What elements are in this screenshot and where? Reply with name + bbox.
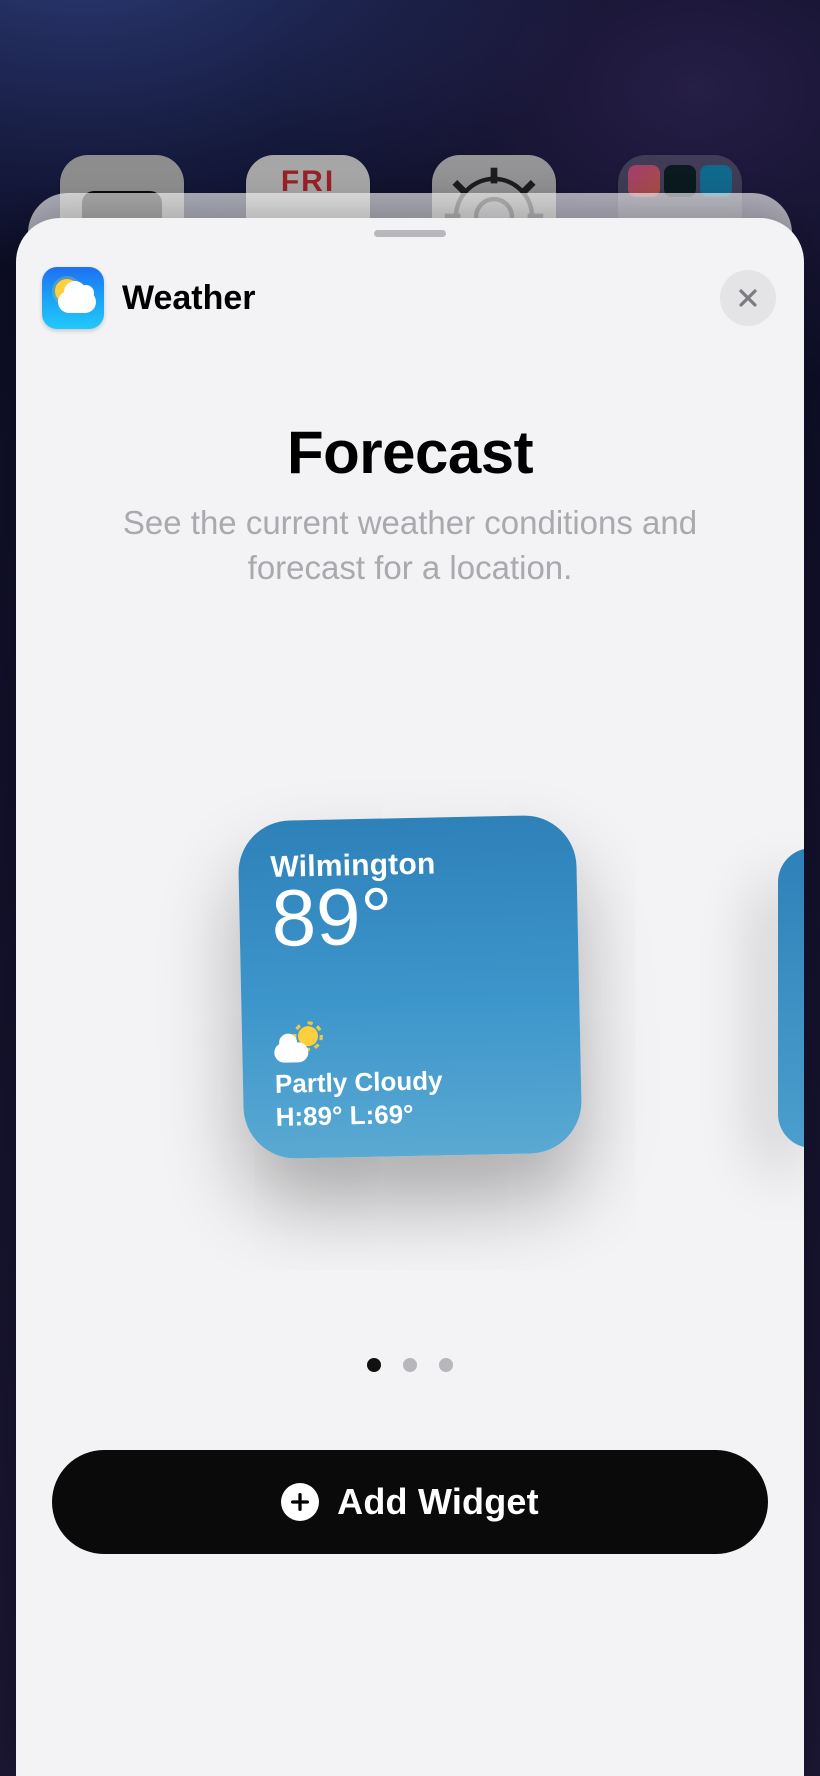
- next-widget-peek[interactable]: [778, 848, 804, 1148]
- add-widget-label: Add Widget: [337, 1481, 539, 1523]
- page-dot-2[interactable]: [403, 1358, 417, 1372]
- sheet-grabber[interactable]: [374, 230, 446, 237]
- widget-temperature: 89°: [271, 875, 549, 957]
- weather-widget-preview-small[interactable]: Wilmington 89° Partly Cloudy H:89° L:69°: [237, 814, 582, 1159]
- widget-picker-sheet: Weather Forecast See the current weather…: [16, 218, 804, 1776]
- partly-cloudy-icon: [274, 1028, 319, 1063]
- page-dots[interactable]: [16, 1358, 804, 1372]
- page-dot-3[interactable]: [439, 1358, 453, 1372]
- widget-high-low: H:89° L:69°: [275, 1096, 552, 1133]
- plus-icon: [281, 1483, 319, 1521]
- cloud-icon: [58, 291, 96, 313]
- app-title: Weather: [122, 279, 256, 318]
- page-dot-1[interactable]: [367, 1358, 381, 1372]
- page-title: Forecast: [64, 418, 756, 487]
- widget-size-carousel[interactable]: Wilmington 89° Partly Cloudy H:89° L:69°: [16, 778, 804, 1298]
- page-subtitle: See the current weather conditions and f…: [64, 501, 756, 590]
- sheet-header: Weather: [16, 258, 804, 338]
- hero-copy: Forecast See the current weather conditi…: [16, 418, 804, 590]
- widget-condition: Partly Cloudy: [275, 1063, 552, 1100]
- close-icon: [736, 286, 760, 310]
- close-button[interactable]: [720, 270, 776, 326]
- add-widget-button[interactable]: Add Widget: [52, 1450, 768, 1554]
- weather-app-icon: [42, 267, 104, 329]
